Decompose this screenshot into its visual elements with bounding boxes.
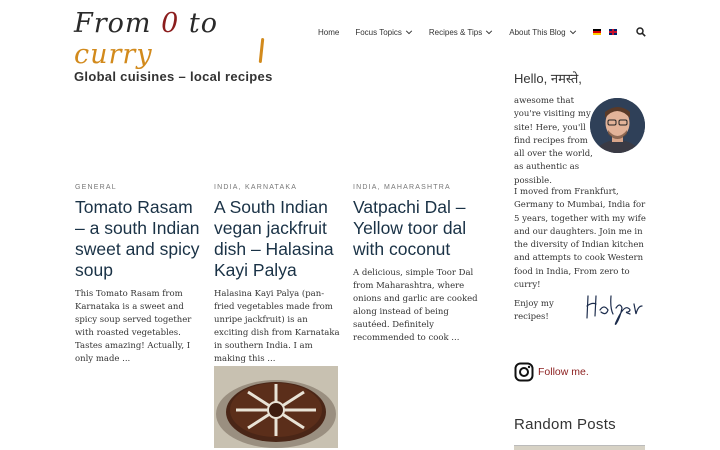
avatar-image	[590, 98, 645, 153]
nav-focus-topics[interactable]: Focus Topics	[355, 28, 413, 37]
post-title[interactable]: A South Indian vegan jackfruit dish – Ha…	[214, 197, 342, 281]
german-flag-icon[interactable]	[592, 29, 601, 35]
nav-recipes-tips-label: Recipes & Tips	[428, 27, 483, 37]
logo-curry: curry	[74, 39, 153, 70]
author-avatar	[590, 98, 645, 153]
nav-home[interactable]: Home	[318, 28, 339, 37]
tart-image	[214, 366, 338, 448]
logo-to: to	[179, 8, 218, 39]
nav-home-label: Home	[318, 27, 340, 37]
page-title: Global cuisines – local recipes	[74, 69, 273, 84]
random-post-thumbnail[interactable]	[514, 445, 645, 450]
english-flag-icon[interactable]	[608, 29, 617, 35]
post-thumbnail[interactable]	[214, 366, 338, 448]
random-posts-heading: Random Posts	[514, 416, 616, 433]
instagram-icon	[514, 362, 534, 382]
post-card: INDIA, KARNATAKA A South Indian vegan ja…	[214, 184, 342, 366]
nav-about-label: About This Blog	[509, 27, 566, 37]
post-category[interactable]: GENERAL	[75, 184, 203, 191]
post-excerpt: Halasina Kayi Palya (pan-fried vegetable…	[214, 289, 340, 364]
chevron-down-icon	[569, 30, 576, 35]
logo-zero: 0	[161, 8, 180, 39]
search-icon[interactable]	[636, 27, 646, 37]
main-nav: Home Focus Topics Recipes & Tips About T…	[318, 22, 625, 42]
follow-link[interactable]: Follow me.	[538, 366, 589, 378]
signature-image	[586, 295, 643, 325]
post-title[interactable]: Vatpachi Dal – Yellow toor dal with coco…	[353, 197, 481, 260]
sidebar-greeting: Hello, नमस्ते,	[514, 71, 582, 86]
sidebar-intro: awesome that you're visiting my site! He…	[514, 96, 593, 186]
post-title[interactable]: Tomato Rasam – a south Indian sweet and …	[75, 197, 203, 281]
post-category[interactable]: INDIA, KARNATAKA	[214, 184, 342, 191]
post-excerpt: This Tomato Rasam from Karnataka is a sw…	[75, 289, 192, 364]
nav-about[interactable]: About This Blog	[509, 28, 576, 37]
sidebar-bio: I moved from Frankfurt, Germany to Mumba…	[514, 187, 646, 291]
post-excerpt: A delicious, simple Toor Dal from Mahara…	[353, 268, 478, 343]
post-category[interactable]: INDIA, MAHARASHTRA	[353, 184, 481, 191]
site-logo[interactable]: From 0 to curry	[74, 8, 274, 70]
post-card: GENERAL Tomato Rasam – a south Indian sw…	[75, 184, 203, 366]
post-card: INDIA, MAHARASHTRA Vatpachi Dal – Yellow…	[353, 184, 481, 345]
instagram-follow[interactable]: Follow me.	[514, 362, 589, 382]
chevron-down-icon	[486, 30, 493, 35]
sidebar-enjoy: Enjoy my recipes!	[514, 299, 554, 323]
nav-recipes-tips[interactable]: Recipes & Tips	[429, 28, 493, 37]
chevron-down-icon	[405, 30, 413, 35]
logo-from: From	[74, 8, 162, 39]
nav-focus-topics-label: Focus Topics	[355, 27, 402, 37]
